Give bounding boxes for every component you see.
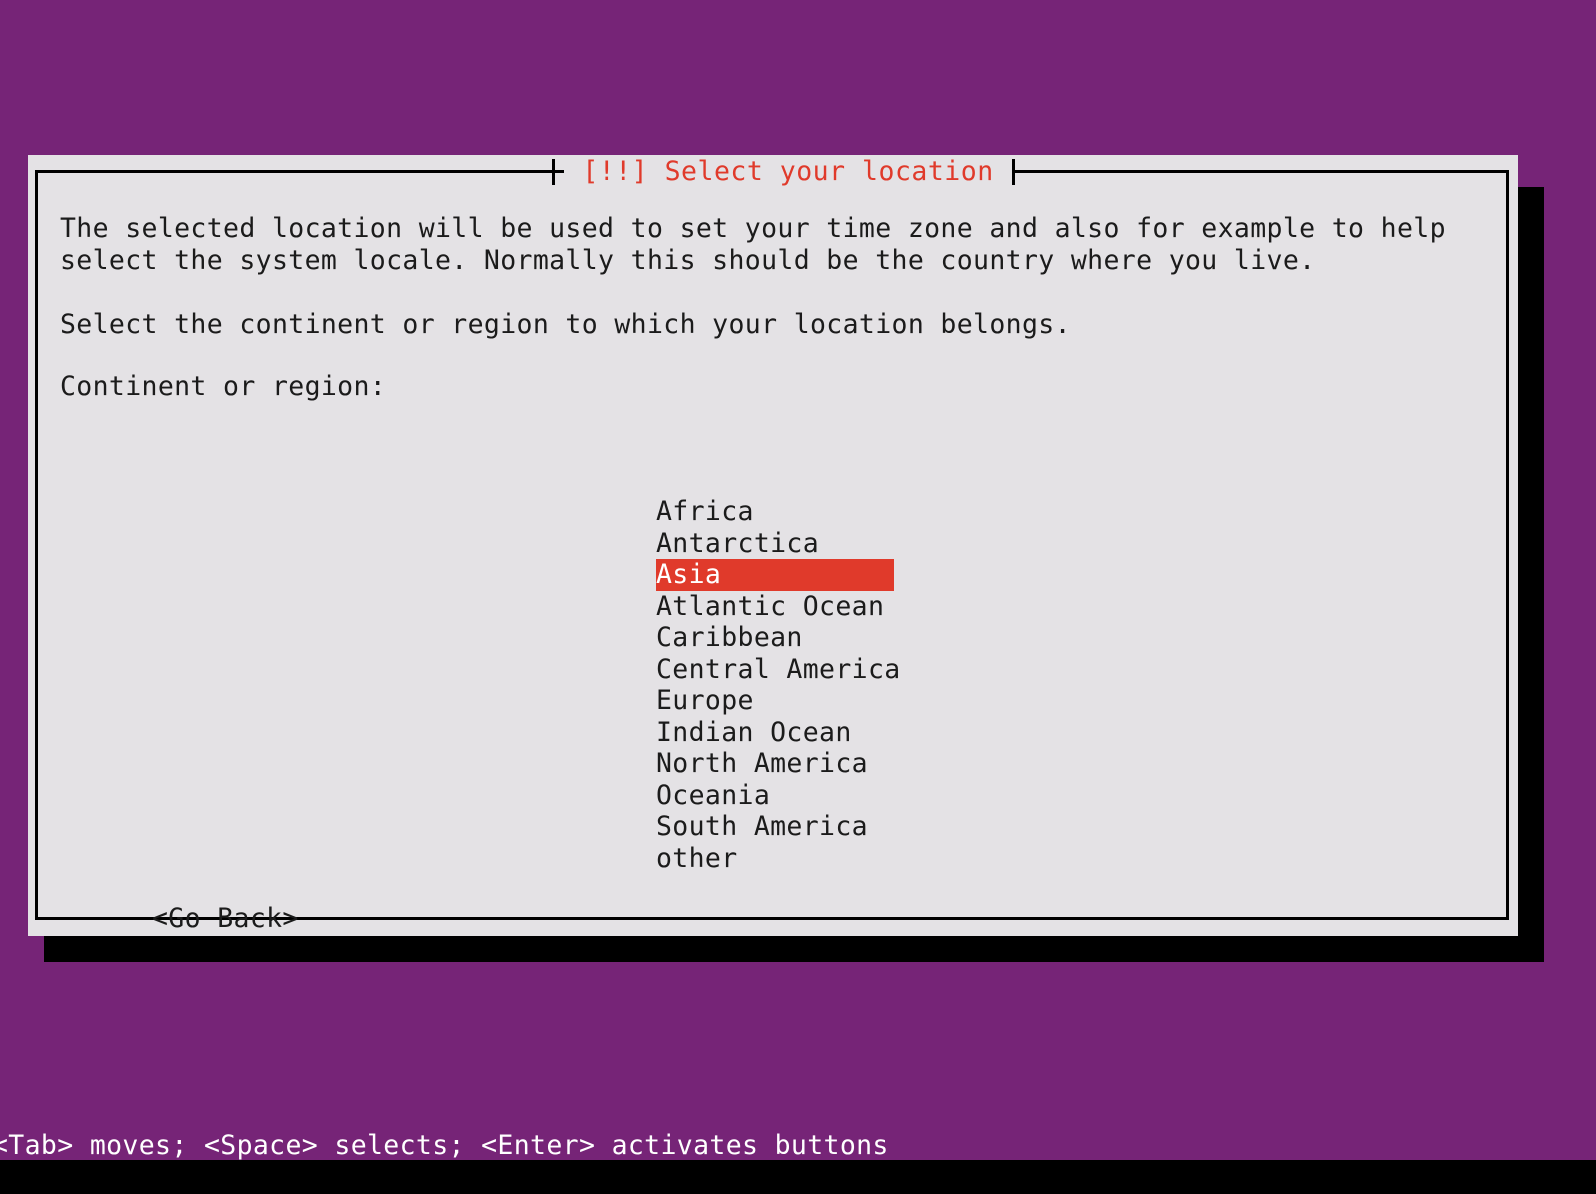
title-rule-left xyxy=(35,170,553,173)
status-bar-hint: <Tab> moves; <Space> selects; <Enter> ac… xyxy=(0,1128,1596,1164)
option-item[interactable]: Oceania xyxy=(656,780,894,812)
instruction-text: Select the continent or region to which … xyxy=(60,309,1504,341)
option-item[interactable]: Europe xyxy=(656,685,894,717)
bottom-black-band xyxy=(0,1160,1596,1194)
option-item[interactable]: Africa xyxy=(656,496,894,528)
dialog-shadow-bottom xyxy=(44,936,1544,962)
dialog-title: [!!] Select your location xyxy=(564,155,1012,188)
option-item[interactable]: Antarctica xyxy=(656,528,894,560)
dialog-shadow-right xyxy=(1518,187,1544,962)
option-item[interactable]: South America xyxy=(656,811,894,843)
field-label: Continent or region: xyxy=(60,371,1504,403)
installer-dialog: [!!] Select your location The selected l… xyxy=(28,155,1518,936)
option-item[interactable]: Atlantic Ocean xyxy=(656,591,894,623)
option-item[interactable]: Asia xyxy=(656,559,894,591)
intro-text: The selected location will be used to se… xyxy=(60,213,1504,277)
title-rule-right xyxy=(1013,170,1509,173)
title-tick-left xyxy=(552,159,555,185)
option-item[interactable]: North America xyxy=(656,748,894,780)
option-item[interactable]: other xyxy=(656,843,894,875)
go-back-button[interactable]: <Go Back> xyxy=(152,903,299,935)
option-item[interactable]: Caribbean xyxy=(656,622,894,654)
title-tick-right xyxy=(1012,159,1015,185)
continent-option-list[interactable]: AfricaAntarcticaAsiaAtlantic OceanCaribb… xyxy=(656,496,894,874)
option-item[interactable]: Central America xyxy=(656,654,894,686)
dialog-body: The selected location will be used to se… xyxy=(60,213,1504,918)
option-item[interactable]: Indian Ocean xyxy=(656,717,894,749)
